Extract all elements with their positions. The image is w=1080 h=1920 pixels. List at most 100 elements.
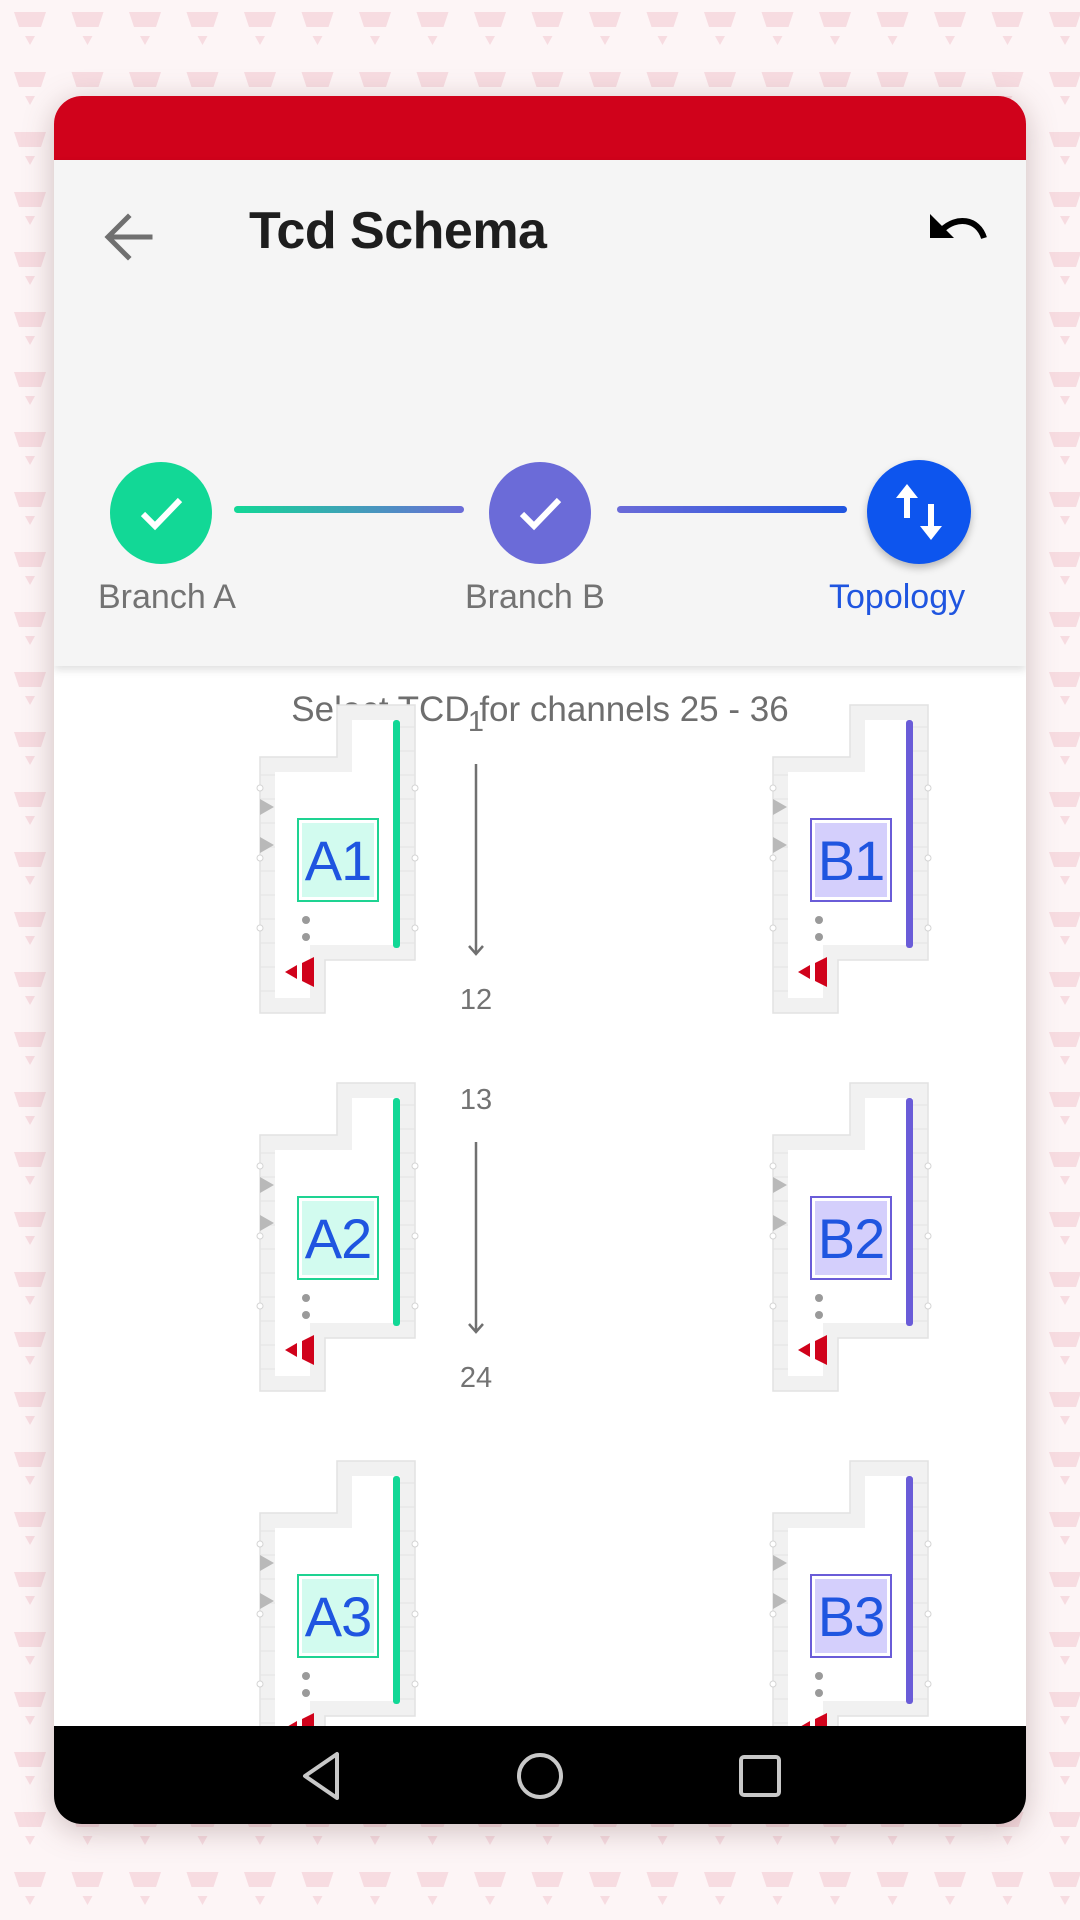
connector-dot <box>924 1680 932 1688</box>
tcd-channel-bar <box>906 720 913 948</box>
connector-dot <box>411 1680 419 1688</box>
tcd-channel-bar <box>393 720 400 948</box>
tcd-channel-bar <box>906 1098 913 1326</box>
more-dot <box>302 1672 310 1680</box>
connector-dot <box>411 1302 419 1310</box>
tcd-label: B3 <box>815 1579 887 1653</box>
step-label-branch-a[interactable]: Branch A <box>98 578 236 617</box>
more-dot <box>815 1294 823 1302</box>
connector-dot <box>256 1610 264 1618</box>
tcd-a1[interactable]: A1 <box>256 704 430 1025</box>
connector-dot <box>924 924 932 932</box>
connector-dot <box>769 1162 777 1170</box>
more-dot <box>302 1294 310 1302</box>
tcd-a2[interactable]: A2 <box>256 1082 430 1403</box>
more-dot <box>815 933 823 941</box>
more-dot <box>815 1311 823 1319</box>
tcd-label-box: A2 <box>297 1196 379 1280</box>
swap-vertical-icon <box>896 484 942 540</box>
connector-dot <box>924 1610 932 1618</box>
more-dot <box>302 916 310 924</box>
back-button[interactable] <box>98 206 158 266</box>
more-dot <box>815 1689 823 1697</box>
range-end: 12 <box>459 984 493 1016</box>
tcd-b1[interactable]: B1 <box>769 704 943 1025</box>
arrow-left-icon <box>104 213 153 261</box>
range-end: 24 <box>459 1362 493 1394</box>
step-branch-a[interactable] <box>110 462 212 564</box>
more-dot <box>815 1672 823 1680</box>
connector-dot <box>411 1232 419 1240</box>
step-label-topology[interactable]: Topology <box>829 578 965 617</box>
tcd-label: A2 <box>302 1201 374 1275</box>
connector-dot <box>256 1540 264 1548</box>
connector-dot <box>411 1610 419 1618</box>
tcd-label-box: A1 <box>297 818 379 902</box>
connector-dot <box>411 784 419 792</box>
connector-dot <box>256 1162 264 1170</box>
app-header: Tcd Schema Branch A Branch B Topology <box>54 160 1026 666</box>
tcd-label-box: B2 <box>810 1196 892 1280</box>
range-start: 13 <box>459 1084 493 1116</box>
more-dot <box>302 1311 310 1319</box>
tcd-channel-bar <box>393 1098 400 1326</box>
connector-dot <box>769 1680 777 1688</box>
nav-back-icon[interactable] <box>295 1748 351 1804</box>
connector-dot <box>769 1610 777 1618</box>
connector-dot <box>256 1232 264 1240</box>
connector-dot <box>256 1302 264 1310</box>
connector-dot <box>769 784 777 792</box>
check-icon <box>140 497 183 531</box>
connector-dot <box>924 784 932 792</box>
connector-dot <box>769 1232 777 1240</box>
system-nav-bar <box>54 1726 1026 1824</box>
step-label-branch-b[interactable]: Branch B <box>465 578 605 617</box>
content-area: Select TCD for channels 25 - 36 A1 B1 A2… <box>54 666 1026 1726</box>
tcd-label: B2 <box>815 1201 887 1275</box>
connector-dot <box>924 1232 932 1240</box>
connector-dot <box>256 854 264 862</box>
undo-icon <box>930 214 987 240</box>
nav-home-icon[interactable] <box>512 1748 568 1804</box>
connector-dot <box>769 924 777 932</box>
connector-dot <box>924 1540 932 1548</box>
arrow-down-icon <box>468 764 484 956</box>
connector-dot <box>924 1302 932 1310</box>
tcd-label: B1 <box>815 823 887 897</box>
connector-dot <box>769 854 777 862</box>
more-dot <box>302 933 310 941</box>
more-dot <box>815 916 823 924</box>
step-topology[interactable] <box>867 460 971 564</box>
tcd-label: A1 <box>302 823 374 897</box>
check-icon <box>519 497 562 531</box>
connector-dot <box>924 1162 932 1170</box>
connector-dot <box>411 854 419 862</box>
arrow-down-icon <box>468 1142 484 1334</box>
range-start: 1 <box>467 706 485 738</box>
connector-dot <box>411 1162 419 1170</box>
tcd-label: A3 <box>302 1579 374 1653</box>
tcd-b3[interactable]: B3 <box>769 1460 943 1726</box>
connector-dot <box>924 854 932 862</box>
connector-dot <box>256 924 264 932</box>
connector-dot <box>256 1680 264 1688</box>
connector-dot <box>256 784 264 792</box>
connector-dot <box>411 924 419 932</box>
nav-recents-icon[interactable] <box>732 1748 788 1804</box>
tcd-b2[interactable]: B2 <box>769 1082 943 1403</box>
connector-dot <box>769 1540 777 1548</box>
tcd-channel-bar <box>393 1476 400 1704</box>
tcd-label-box: B1 <box>810 818 892 902</box>
tcd-a3[interactable]: A3 <box>256 1460 430 1726</box>
undo-button[interactable] <box>928 208 994 258</box>
tcd-label-box: A3 <box>297 1574 379 1658</box>
step-branch-b[interactable] <box>489 462 591 564</box>
status-bar <box>54 96 1026 160</box>
tcd-channel-bar <box>906 1476 913 1704</box>
more-dot <box>302 1689 310 1697</box>
app-window: Tcd Schema Branch A Branch B Topology Se… <box>54 96 1026 1824</box>
page-title: Tcd Schema <box>249 202 547 260</box>
step-connector-1 <box>234 506 464 513</box>
tcd-label-box: B3 <box>810 1574 892 1658</box>
connector-dot <box>769 1302 777 1310</box>
